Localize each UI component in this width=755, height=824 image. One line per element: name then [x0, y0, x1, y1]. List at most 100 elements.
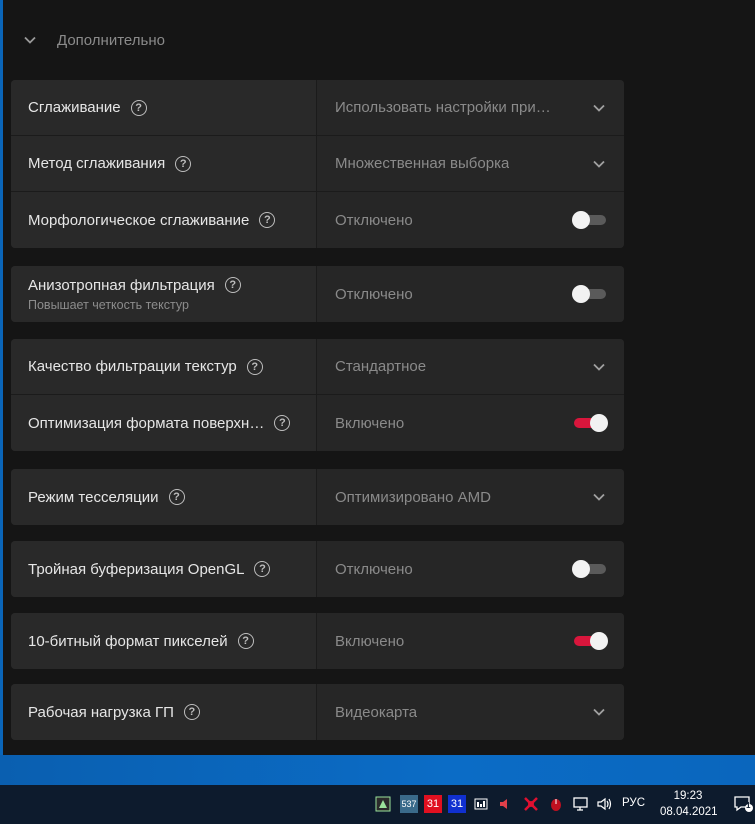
setting-label: Морфологическое сглаживание: [28, 211, 250, 229]
chevron-down-icon: [23, 33, 37, 47]
settings-group: Тройная буферизация OpenGL? Отключено: [11, 541, 624, 597]
setting-label: 10-битный формат пикселей: [28, 632, 228, 650]
help-icon[interactable]: ?: [175, 155, 192, 172]
help-icon[interactable]: ?: [168, 489, 185, 505]
setting-label: Сглаживание: [28, 99, 121, 116]
toggle-switch[interactable]: [574, 632, 608, 650]
dropdown-value: Использовать настройки при…: [335, 99, 551, 116]
setting-label-cell: 10-битный формат пикселей?: [11, 613, 317, 669]
setting-row: Метод сглаживания? Множественная выборка: [11, 136, 624, 192]
toggle-state-label: Включено: [335, 632, 405, 650]
clock-date: 08.04.2021: [660, 806, 718, 818]
setting-label: Рабочая нагрузка ГП: [28, 703, 174, 721]
dropdown-value: Видеокарта: [335, 703, 418, 721]
tray-counter-badge[interactable]: 537: [400, 795, 418, 813]
tray-calendar-blue[interactable]: 31: [448, 795, 466, 813]
setting-row: Качество фильтрации текстур? Стандартное: [11, 339, 624, 395]
setting-row: 10-битный формат пикселей? Включено: [11, 613, 624, 669]
toggle-switch[interactable]: [572, 285, 606, 303]
section-title: Дополнительно: [57, 31, 165, 49]
section-advanced-header[interactable]: Дополнительно: [23, 24, 165, 56]
help-icon[interactable]: ?: [246, 358, 263, 375]
toggle-state-label: Отключено: [335, 285, 413, 303]
setting-row: Рабочая нагрузка ГП? Видеокарта: [11, 684, 624, 740]
tray-network-monitor-icon[interactable]: [473, 795, 489, 813]
setting-label-cell: Анизотропная фильтрация? Повышает четкост…: [11, 266, 317, 322]
setting-dropdown[interactable]: Оптимизировано AMD: [317, 469, 624, 525]
toggle-switch[interactable]: [574, 414, 608, 432]
toggle-knob: [590, 414, 608, 432]
setting-dropdown[interactable]: Стандартное: [317, 339, 624, 394]
toggle-knob: [572, 560, 590, 578]
toggle-state-label: Включено: [335, 414, 405, 432]
clock-time: 19:23: [673, 790, 703, 802]
tray-calendar-red[interactable]: 31: [424, 795, 442, 813]
settings-group: Анизотропная фильтрация? Повышает четкост…: [11, 266, 624, 322]
chevron-down-icon: [592, 101, 606, 115]
setting-toggle-cell: Отключено: [317, 192, 624, 248]
help-icon[interactable]: ?: [237, 633, 254, 649]
taskbar: 537 31 31 РУС 19:23 08.04.2021 1: [0, 785, 755, 824]
notification-center-button[interactable]: 1: [733, 795, 753, 813]
setting-label-cell: Режим тесселяции?: [11, 469, 317, 525]
toggle-switch[interactable]: [572, 211, 606, 229]
chevron-down-icon: [592, 157, 606, 171]
settings-group: Рабочая нагрузка ГП? Видеокарта: [11, 684, 624, 740]
settings-group: 10-битный формат пикселей? Включено: [11, 613, 624, 669]
desktop-background: [0, 755, 755, 785]
setting-dropdown[interactable]: Видеокарта: [317, 684, 624, 740]
setting-label-cell: Качество фильтрации текстур?: [11, 339, 317, 394]
setting-label-cell: Рабочая нагрузка ГП?: [11, 684, 317, 740]
dropdown-value: Оптимизировано AMD: [335, 488, 491, 506]
setting-row: Тройная буферизация OpenGL? Отключено: [11, 541, 624, 597]
tray-app-icon[interactable]: [375, 795, 391, 813]
setting-label: Анизотропная фильтрация: [28, 276, 215, 294]
tray-amd-icon[interactable]: [522, 795, 540, 813]
tray-speaker-muted-icon[interactable]: [497, 795, 513, 813]
chevron-down-icon: [592, 360, 606, 374]
toggle-state-label: Отключено: [335, 560, 413, 578]
setting-toggle-cell: Включено: [317, 613, 624, 669]
setting-toggle-cell: Включено: [317, 395, 624, 451]
settings-group: Качество фильтрации текстур? Стандартное О…: [11, 339, 624, 451]
network-icon[interactable]: [572, 795, 590, 813]
notification-count: 1: [746, 801, 751, 810]
setting-sublabel: Повышает четкость текстур: [28, 297, 189, 312]
toggle-knob: [572, 285, 590, 303]
setting-label: Оптимизация формата поверхн…: [28, 414, 265, 432]
setting-label-cell: Тройная буферизация OpenGL?: [11, 541, 317, 597]
dropdown-value: Стандартное: [335, 358, 427, 375]
setting-label: Метод сглаживания: [28, 155, 166, 172]
help-icon[interactable]: ?: [183, 704, 200, 720]
setting-label-cell: Оптимизация формата поверхн…?: [11, 395, 317, 451]
setting-toggle-cell: Отключено: [317, 266, 624, 322]
help-icon[interactable]: ?: [130, 99, 147, 116]
setting-row: Анизотропная фильтрация? Повышает четкост…: [11, 266, 624, 322]
setting-row: Морфологическое сглаживание? Отключено: [11, 192, 624, 248]
dropdown-value: Множественная выборка: [335, 155, 510, 172]
setting-label: Тройная буферизация OpenGL: [28, 560, 245, 578]
setting-label-cell: Морфологическое сглаживание?: [11, 192, 317, 248]
setting-label-cell: Сглаживание?: [11, 80, 317, 135]
settings-window: Дополнительно Сглаживание? Использовать н…: [3, 0, 755, 755]
setting-label-cell: Метод сглаживания?: [11, 136, 317, 191]
setting-row: Сглаживание? Использовать настройки при…: [11, 80, 624, 136]
chevron-down-icon: [592, 705, 606, 719]
settings-group: Режим тесселяции? Оптимизировано AMD: [11, 469, 624, 525]
setting-dropdown[interactable]: Использовать настройки при…: [317, 80, 624, 135]
tray-mouse-icon[interactable]: [547, 795, 565, 813]
clock[interactable]: 19:23 08.04.2021: [660, 788, 718, 820]
volume-icon[interactable]: [596, 795, 614, 813]
toggle-knob: [572, 211, 590, 229]
toggle-switch[interactable]: [572, 560, 606, 578]
settings-group: Сглаживание? Использовать настройки при… М…: [11, 80, 624, 248]
help-icon[interactable]: ?: [259, 212, 276, 228]
setting-row: Оптимизация формата поверхн…? Включено: [11, 395, 624, 451]
help-icon[interactable]: ?: [224, 277, 241, 293]
setting-label: Качество фильтрации текстур: [28, 358, 237, 375]
input-language[interactable]: РУС: [622, 797, 645, 809]
chevron-down-icon: [592, 490, 606, 504]
help-icon[interactable]: ?: [274, 415, 291, 431]
help-icon[interactable]: ?: [254, 561, 271, 577]
setting-dropdown[interactable]: Множественная выборка: [317, 136, 624, 191]
